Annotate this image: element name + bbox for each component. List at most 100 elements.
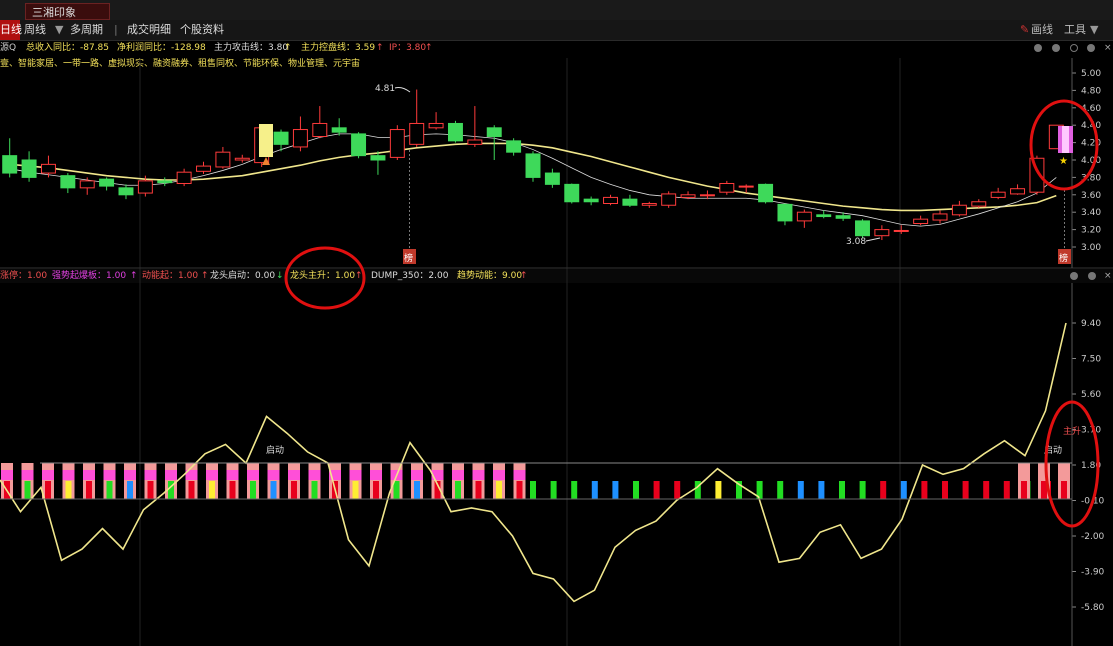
candle-body	[699, 194, 715, 197]
signal-bar	[633, 481, 639, 499]
candle-body	[874, 229, 890, 237]
signal-bar-inner	[209, 481, 215, 499]
candle-body	[622, 198, 638, 206]
candle-body	[544, 172, 560, 185]
ind-tick-label: -3.90	[1081, 568, 1105, 578]
signal-bar	[777, 481, 784, 499]
candle-body	[2, 155, 18, 174]
candle-body	[913, 218, 929, 225]
signal-bar-inner	[393, 481, 400, 499]
signal-bar	[797, 481, 804, 499]
candle-body	[351, 133, 367, 157]
signal-bar-inner	[127, 481, 133, 499]
candle-body	[40, 163, 56, 174]
signal-bar-inner	[414, 481, 420, 499]
rank-badge-label: 榜	[404, 252, 413, 264]
signal-bar	[674, 481, 681, 499]
candlesticks	[2, 89, 1064, 241]
signal-bars	[1, 463, 1070, 499]
ind-tick-label: -2.00	[1081, 532, 1105, 542]
candle-body	[680, 194, 696, 198]
signal-bar	[530, 481, 536, 499]
candle-body	[816, 214, 832, 218]
signal-bar-inner	[475, 481, 482, 499]
low-price-label: 3.08	[846, 237, 866, 247]
signal-bar	[962, 481, 969, 499]
signal-bar	[715, 481, 722, 499]
candle-body	[932, 213, 948, 221]
signal-bar-pink	[452, 470, 464, 480]
signal-bar-inner	[516, 481, 523, 499]
candle-body	[525, 153, 541, 178]
signal-bar	[571, 481, 578, 499]
signal-bar-pink	[411, 470, 423, 480]
candle-body	[467, 139, 483, 145]
candle-body	[215, 151, 231, 168]
qidong-label: 启动	[266, 444, 284, 456]
signal-bar-pink	[83, 470, 95, 480]
candle-body	[506, 140, 522, 153]
star-icon: ★	[1059, 156, 1068, 167]
signal-bar-pink	[124, 470, 136, 480]
signal-bar	[921, 481, 928, 499]
price-tick-label: 3.20	[1081, 226, 1101, 236]
candle-body	[641, 203, 657, 206]
signal-bar-inner	[106, 481, 113, 499]
signal-bar-inner	[1061, 481, 1067, 499]
annotations: 4.81 3.08 榜 榜 ★ 启动 启动 主升	[0, 84, 1100, 528]
signal-bar-pink	[513, 470, 526, 480]
signal-bar-inner	[250, 481, 256, 499]
signal-bar-inner	[65, 481, 72, 499]
signal-bar-inner	[86, 481, 92, 499]
signal-bar-pink	[206, 470, 218, 480]
candle-body	[157, 180, 173, 184]
candle-body	[971, 201, 987, 207]
signal-bar-inner	[147, 481, 154, 499]
high-price-label: 4.81	[375, 84, 395, 94]
low-arrow	[865, 237, 881, 242]
trend-energy-line	[0, 322, 1067, 603]
ind-tick-label: 3.70	[1081, 426, 1101, 436]
signal-bar-inner	[45, 481, 51, 499]
signal-bar	[839, 481, 845, 499]
signal-bar	[880, 481, 887, 499]
candle-body	[951, 204, 967, 216]
high-arrow	[394, 87, 411, 93]
signal-bar	[983, 481, 990, 499]
candle-body	[738, 185, 754, 188]
signal-bar-pink	[370, 470, 382, 480]
candle-body	[79, 180, 95, 189]
candle-body	[855, 220, 870, 237]
signal-bar-pink	[62, 470, 75, 480]
candle-body	[447, 122, 463, 142]
candle-body	[176, 171, 192, 184]
candle-body	[661, 193, 677, 206]
trend-line	[0, 322, 1067, 603]
signal-bar	[942, 481, 948, 499]
signal-bar-inner	[229, 481, 236, 499]
signal-bar	[900, 481, 907, 499]
signal-bar-pink	[144, 470, 157, 480]
candle-body	[428, 122, 444, 129]
candle-body	[234, 157, 250, 161]
grid	[0, 58, 1113, 646]
price-tick-label: 4.80	[1081, 86, 1101, 96]
candle-body	[564, 183, 580, 203]
highlight-candle	[259, 124, 273, 157]
highlight-candle-core	[1062, 126, 1069, 153]
candle-body	[331, 127, 347, 133]
chart-canvas[interactable]: 5.004.804.604.404.204.003.803.603.403.20…	[0, 0, 1113, 646]
candle-body	[603, 196, 619, 205]
signal-bar	[818, 481, 825, 499]
candle-body	[758, 183, 774, 203]
ind-tick-label: 5.60	[1081, 390, 1101, 400]
signal-bar	[612, 481, 619, 499]
candle-body	[719, 182, 735, 193]
signal-bar-pink	[349, 470, 362, 480]
candle-body	[1010, 188, 1026, 195]
candle-body	[583, 198, 599, 203]
candle-body	[196, 165, 211, 172]
highlight-circle	[284, 246, 366, 310]
price-tick-label: 3.00	[1081, 243, 1101, 253]
candle-body	[990, 191, 1006, 198]
